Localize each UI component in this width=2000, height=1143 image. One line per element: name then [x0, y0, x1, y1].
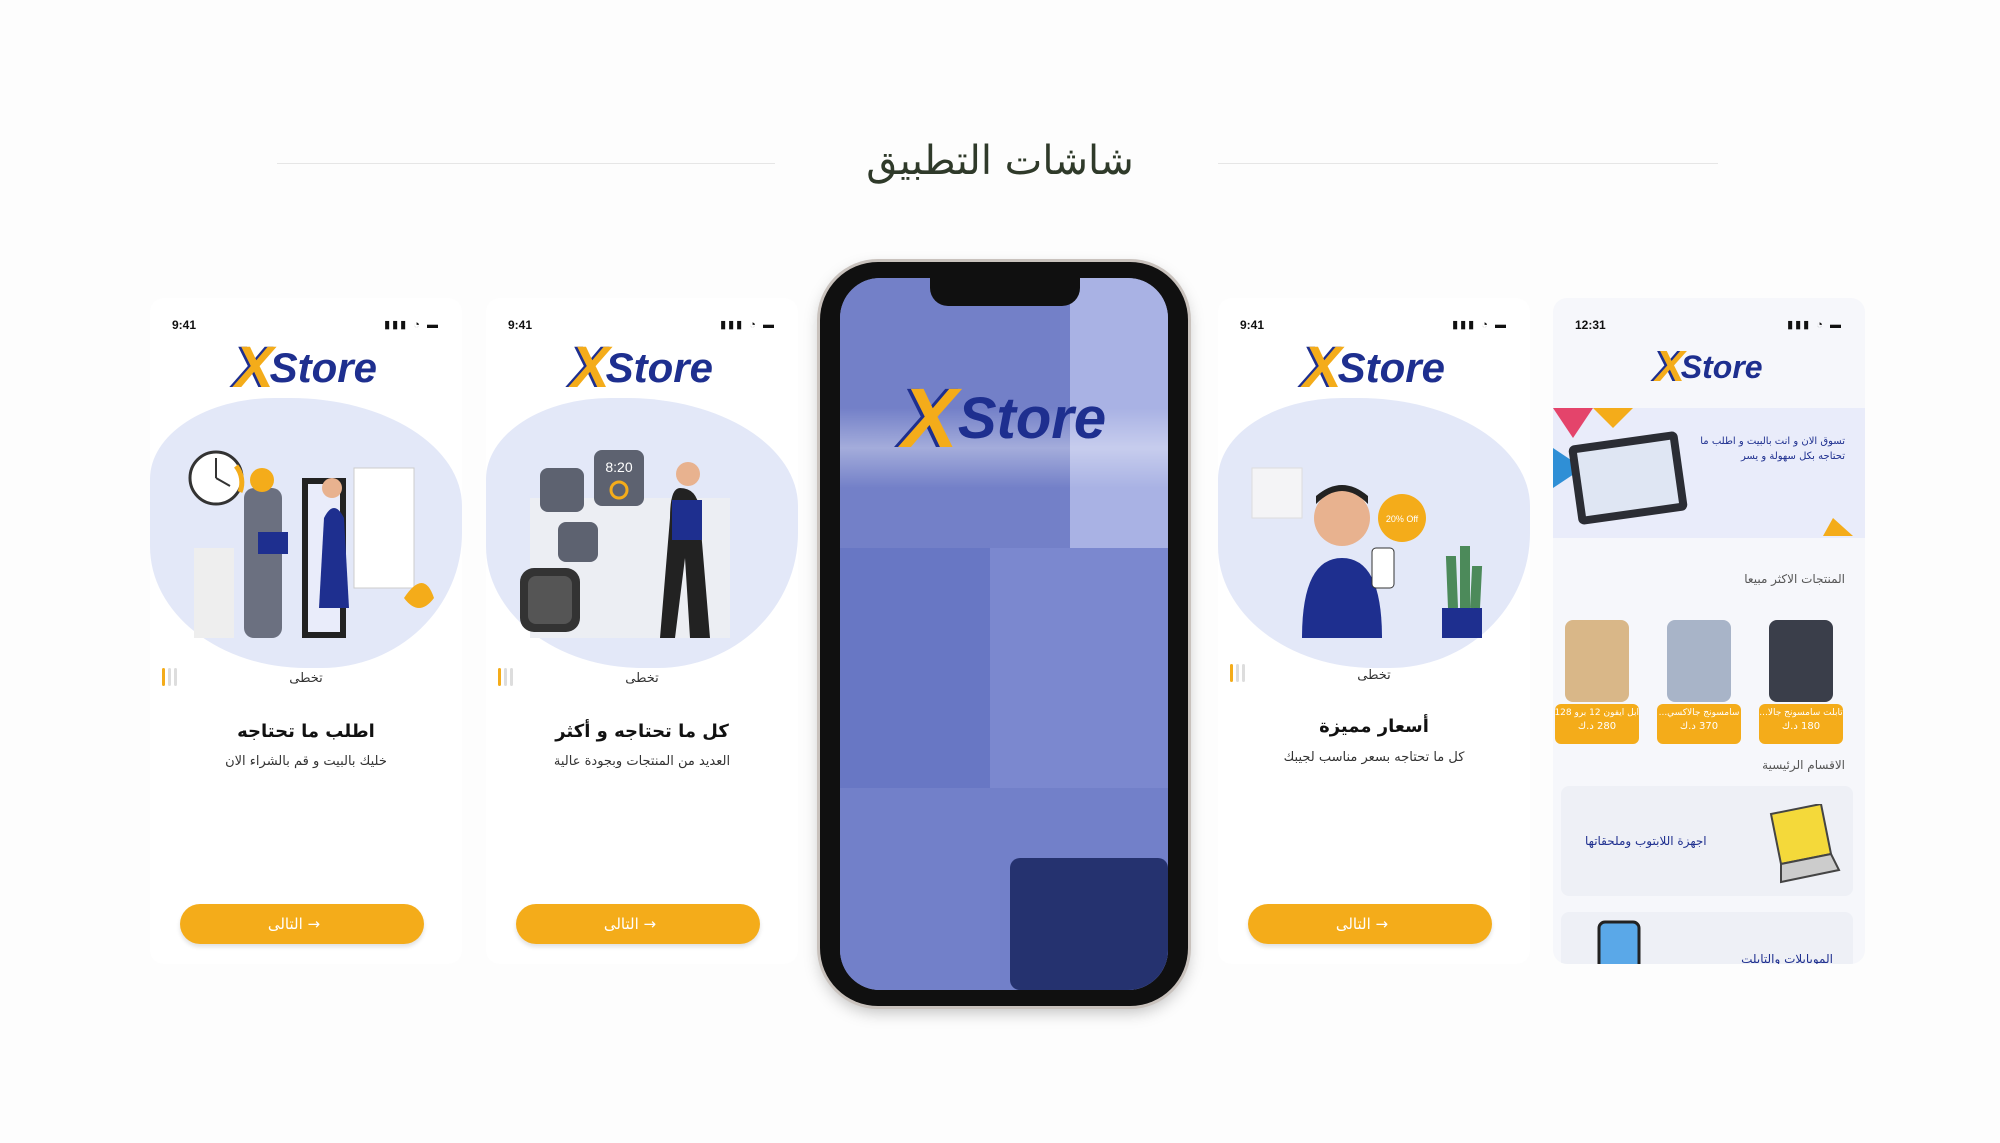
delivery-illustration: [188, 450, 434, 638]
best-sellers-title: المنتجات الاكثر مبيعا: [1744, 572, 1845, 586]
onboarding-heading: اطلب ما تحتاجه: [237, 721, 375, 742]
category-laptops[interactable]: اجهزة اللابتوب وملحقاتها: [1561, 786, 1853, 896]
laptop-tile: [1010, 858, 1168, 990]
xstore-logo: XStore: [234, 335, 378, 400]
arrow-right-icon: →: [1370, 915, 1389, 933]
promo-banner[interactable]: تسوق الان و انت بالبيت و اطلب ما تحتاجه …: [1553, 408, 1865, 538]
splash-phone-mockup: XStore: [820, 262, 1188, 1006]
next-button[interactable]: التالى →: [516, 904, 760, 944]
title-divider-left: [277, 163, 775, 164]
status-time: 9:41: [172, 318, 197, 332]
iphone-image: [1565, 620, 1629, 702]
xstore-logo: XStore: [1302, 335, 1446, 400]
next-label: التالى: [603, 915, 639, 933]
onboarding-screen-order: 9:41 ▮▮▮ ◔ ▬ XStore تخطى اطلب ما تحتاجه …: [150, 298, 462, 964]
xstore-logo: XStore: [570, 335, 714, 400]
product-info: سامسونج جالاكسي... 370 د.ك: [1657, 704, 1741, 744]
categories-title: الاقسام الرئيسية: [1762, 758, 1845, 772]
status-time: 12:31: [1575, 318, 1606, 332]
signal-wifi-battery-icon: ▮▮▮ ◔ ▬: [720, 319, 776, 331]
product-card[interactable]: ابل ايفون 12 برو 128 280 د.ك: [1555, 620, 1639, 746]
onboarding-screen-more: 9:41 ▮▮▮ ◔ ▬ XStore 8:20 تخطى كل ما تحتا…: [486, 298, 798, 964]
arrow-right-icon: →: [638, 915, 657, 933]
earbuds-tile: [990, 548, 1168, 788]
title-divider-right: [1218, 163, 1718, 164]
onboarding-heading: أسعار مميزة: [1319, 716, 1429, 737]
signal-wifi-battery-icon: ▮▮▮ ◔ ▬: [1787, 319, 1843, 331]
status-bar: 12:31 ▮▮▮ ◔ ▬: [1575, 316, 1843, 336]
status-time: 9:41: [1240, 318, 1265, 332]
skip-button[interactable]: تخطى: [486, 671, 798, 686]
onboarding-heading: كل ما تحتاجه و أكثر: [555, 721, 729, 742]
smartwatch-illustration: 8:20: [520, 450, 730, 638]
skip-button[interactable]: تخطى: [150, 671, 462, 686]
splash-screen: XStore: [840, 278, 1168, 990]
category-label: الموبايلات والتابلت: [1741, 952, 1833, 964]
phone-notch: [930, 278, 1080, 306]
tablet-illustration: [1553, 408, 1853, 536]
tablet-image: [1769, 620, 1833, 702]
discount-illustration: 20% Off: [1251, 467, 1483, 638]
onboarding-screen-prices: 9:41 ▮▮▮ ◔ ▬ XStore 20% Off تخطى أسعار م…: [1218, 298, 1530, 964]
category-mobiles[interactable]: الموبايلات والتابلت: [1561, 912, 1853, 964]
status-bar: 9:41 ▮▮▮ ◔ ▬: [508, 316, 776, 336]
arrow-right-icon: →: [302, 915, 321, 933]
status-bar: 9:41 ▮▮▮ ◔ ▬: [1240, 316, 1508, 336]
store-home-screen: 12:31 ▮▮▮ ◔ ▬ XStore تسوق الان و انت بال…: [1553, 298, 1865, 964]
phone-image: [1667, 620, 1731, 702]
promo-banner-text: تسوق الان و انت بالبيت و اطلب ما تحتاجه …: [1700, 436, 1845, 462]
onboarding-subtitle: خليك بالبيت و قم بالشراء الان: [225, 754, 387, 769]
next-label: التالى: [267, 915, 303, 933]
headphones-tile: [840, 548, 990, 788]
status-time: 9:41: [508, 318, 533, 332]
skip-button[interactable]: تخطى: [1218, 668, 1530, 683]
next-button[interactable]: التالى →: [180, 904, 424, 944]
laptop-icon: [1769, 804, 1841, 884]
xstore-logo: XStore: [1655, 342, 1763, 391]
signal-wifi-battery-icon: ▮▮▮ ◔ ▬: [1452, 319, 1508, 331]
watch-time-label: 8:20: [605, 459, 632, 475]
next-button[interactable]: التالى →: [1248, 904, 1492, 944]
phone-icon: [1597, 920, 1641, 964]
product-card[interactable]: تابلت سامسونج جالا... 180 د.ك: [1759, 620, 1843, 746]
signal-wifi-battery-icon: ▮▮▮ ◔ ▬: [384, 319, 440, 331]
onboarding-subtitle: كل ما تحتاجه بسعر مناسب لجيبك: [1283, 750, 1465, 765]
xstore-splash-logo: XStore: [901, 371, 1107, 465]
status-bar: 9:41 ▮▮▮ ◔ ▬: [172, 316, 440, 336]
next-label: التالى: [1335, 915, 1371, 933]
discount-badge-label: 20% Off: [1386, 514, 1419, 524]
product-card[interactable]: سامسونج جالاكسي... 370 د.ك: [1657, 620, 1741, 746]
page-title: شاشات التطبيق: [866, 138, 1134, 184]
category-label: اجهزة اللابتوب وملحقاتها: [1585, 834, 1707, 848]
product-info: ابل ايفون 12 برو 128 280 د.ك: [1555, 704, 1639, 744]
onboarding-subtitle: العديد من المنتجات وبجودة عالية: [553, 754, 731, 769]
product-info: تابلت سامسونج جالا... 180 د.ك: [1759, 704, 1843, 744]
